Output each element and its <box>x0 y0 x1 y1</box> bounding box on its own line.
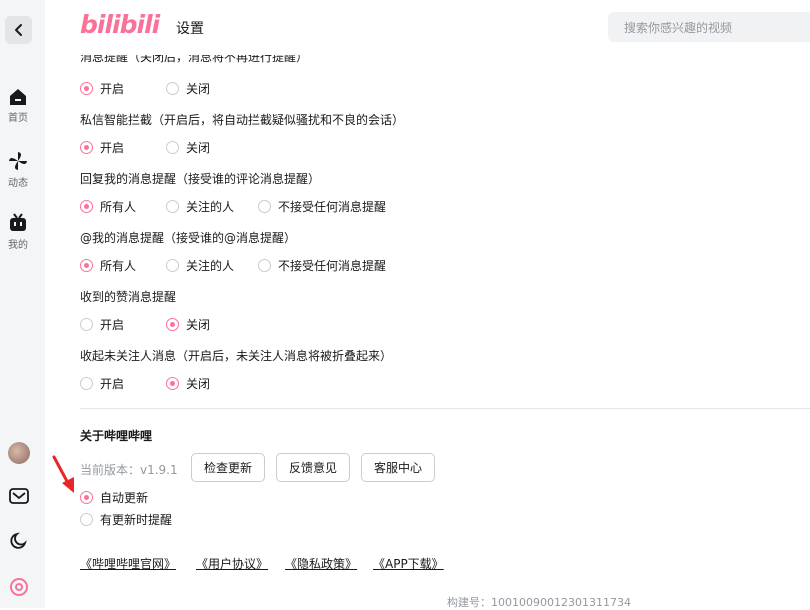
radio-icon <box>80 200 93 213</box>
radio-icon <box>80 318 93 331</box>
sidebar-item-home[interactable]: 首页 <box>0 88 36 124</box>
radio-icon <box>80 513 93 526</box>
radio-icon <box>80 377 93 390</box>
setting-option-radio[interactable]: 不接受任何消息提醒 <box>258 257 386 274</box>
link-user-agreement[interactable]: 《用户协议》 <box>196 555 268 572</box>
option-label: 关闭 <box>186 318 211 332</box>
sidebar-item-label: 动态 <box>8 178 28 189</box>
sidebar-item-dynamic[interactable]: 动态 <box>0 151 36 189</box>
link-app-download[interactable]: 《APP下载》 <box>373 555 444 572</box>
pinwheel-icon <box>9 152 27 170</box>
tv-icon <box>10 213 26 231</box>
setting-option-radio[interactable]: 开启 <box>80 316 124 333</box>
radio-icon <box>80 491 93 504</box>
option-label: 关闭 <box>186 377 211 391</box>
header: bilibili 设置 搜索你感兴趣的视频 <box>45 0 810 56</box>
setting-option-radio[interactable]: 开启 <box>80 375 124 392</box>
option-label: 开启 <box>100 82 125 96</box>
moon-icon[interactable] <box>9 532 27 550</box>
setting-option-radio[interactable]: 开启 <box>80 139 124 156</box>
link-official-site[interactable]: 《哔哩哔哩官网》 <box>80 555 176 572</box>
feedback-button[interactable]: 反馈意见 <box>276 453 350 482</box>
home-icon <box>10 89 26 105</box>
about-title: 关于哔哩哔哩 <box>80 429 153 443</box>
search-input[interactable]: 搜索你感兴趣的视频 <box>608 12 810 42</box>
setting-label: 收到的赞消息提醒 <box>80 290 177 304</box>
setting-option-radio[interactable]: 关注的人 <box>166 257 234 274</box>
setting-option-radio[interactable]: 关闭 <box>166 139 210 156</box>
radio-icon <box>166 259 179 272</box>
auto-update-radio[interactable]: 自动更新 <box>80 489 148 506</box>
check-update-button[interactable]: 检查更新 <box>191 453 265 482</box>
avatar[interactable] <box>8 442 30 464</box>
setting-label-clipped: 消息提醒（关闭后，消息将不再进行提醒） <box>80 55 309 64</box>
radio-icon <box>80 141 93 154</box>
option-label: 关注的人 <box>186 259 235 273</box>
option-label: 开启 <box>100 141 125 155</box>
setting-option-radio[interactable]: 关闭 <box>166 80 210 97</box>
radio-icon <box>166 318 179 331</box>
option-label: 所有人 <box>100 259 137 273</box>
setting-option-radio[interactable]: 关闭 <box>166 375 210 392</box>
sidebar: 首页 动态 我的 <box>0 0 45 608</box>
setting-label: 回复我的消息提醒（接受谁的评论消息提醒） <box>80 172 321 186</box>
option-label: 自动更新 <box>100 491 149 505</box>
setting-option-radio[interactable]: 所有人 <box>80 198 136 215</box>
option-label: 关闭 <box>186 141 211 155</box>
sidebar-item-label: 首页 <box>8 113 28 124</box>
radio-icon <box>166 82 179 95</box>
bilibili-logo[interactable]: bilibili <box>80 10 160 39</box>
back-button[interactable] <box>5 16 32 44</box>
link-privacy-policy[interactable]: 《隐私政策》 <box>285 555 357 572</box>
chevron-left-icon <box>14 24 22 36</box>
setting-label: @我的消息提醒（接受谁的@消息提醒） <box>80 231 297 245</box>
page-title: 设置 <box>176 21 204 37</box>
setting-option-radio[interactable]: 关闭 <box>166 316 210 333</box>
radio-icon <box>258 200 271 213</box>
red-arrow-icon <box>52 455 74 493</box>
option-label: 不接受任何消息提醒 <box>278 259 387 273</box>
setting-option-radio[interactable]: 所有人 <box>80 257 136 274</box>
setting-option-radio[interactable]: 不接受任何消息提醒 <box>258 198 386 215</box>
settings-icon[interactable] <box>9 577 29 597</box>
option-label: 有更新时提醒 <box>100 513 173 527</box>
radio-icon <box>80 82 93 95</box>
option-label: 关注的人 <box>186 200 235 214</box>
divider <box>80 408 810 409</box>
notify-update-radio[interactable]: 有更新时提醒 <box>80 511 172 528</box>
option-label: 不接受任何消息提醒 <box>278 200 387 214</box>
option-label: 关闭 <box>186 82 211 96</box>
radio-icon <box>80 259 93 272</box>
version-text: 当前版本：v1.9.1 <box>80 463 178 477</box>
radio-icon <box>166 200 179 213</box>
customer-service-button[interactable]: 客服中心 <box>361 453 435 482</box>
sidebar-item-label: 我的 <box>8 240 28 251</box>
option-label: 开启 <box>100 377 125 391</box>
radio-icon <box>166 377 179 390</box>
option-label: 开启 <box>100 318 125 332</box>
radio-icon <box>258 259 271 272</box>
radio-icon <box>166 141 179 154</box>
setting-label: 收起未关注人消息（开启后，未关注人消息将被折叠起来） <box>80 349 393 363</box>
option-label: 所有人 <box>100 200 137 214</box>
setting-option-radio[interactable]: 开启 <box>80 80 124 97</box>
setting-label: 私信智能拦截（开启后，将自动拦截疑似骚扰和不良的会话） <box>80 113 405 127</box>
setting-option-radio[interactable]: 关注的人 <box>166 198 234 215</box>
mail-icon[interactable] <box>9 488 29 504</box>
sidebar-item-mine[interactable]: 我的 <box>0 213 36 251</box>
